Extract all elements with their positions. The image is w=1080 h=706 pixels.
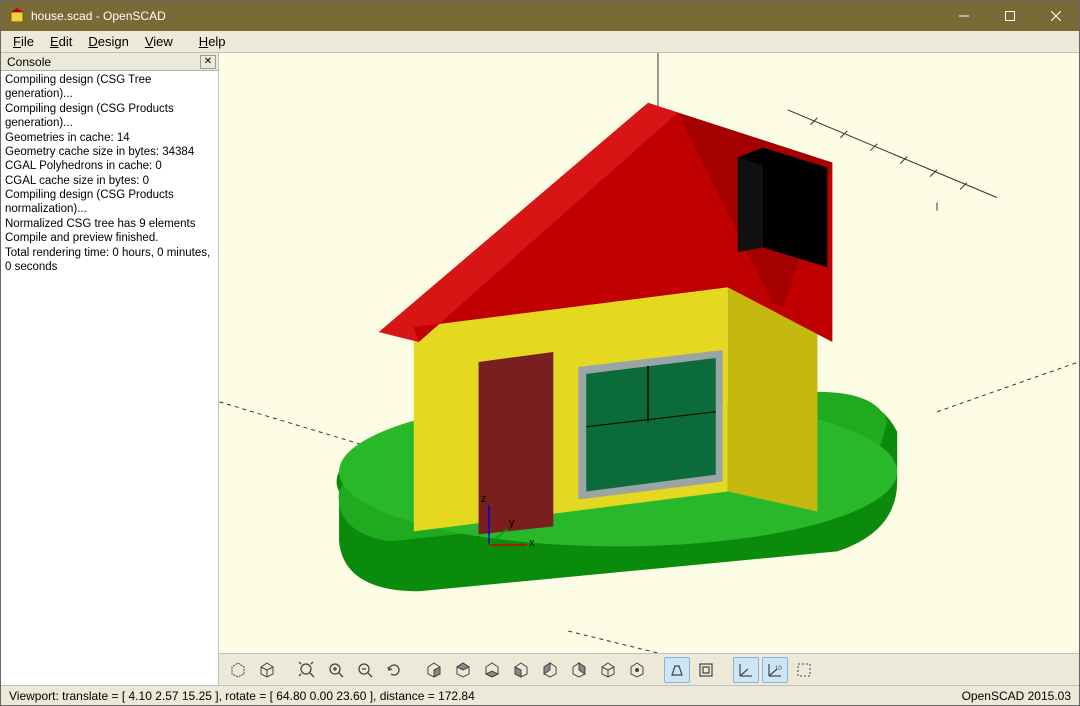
view-center-button[interactable]: [624, 657, 650, 683]
axis-y-label: y: [509, 517, 515, 529]
menu-bar: File Edit Design View Help: [1, 31, 1079, 53]
maximize-button[interactable]: [987, 1, 1033, 31]
view-all-button[interactable]: [294, 657, 320, 683]
console-header: Console ✕: [1, 53, 218, 71]
preview-button[interactable]: [225, 657, 251, 683]
window-title: house.scad - OpenSCAD: [31, 9, 166, 23]
perspective-button[interactable]: [664, 657, 690, 683]
view-left-button[interactable]: [508, 657, 534, 683]
app-icon: [9, 8, 25, 24]
svg-text:10: 10: [775, 666, 782, 672]
menu-design[interactable]: Design: [80, 32, 136, 51]
title-bar: house.scad - OpenSCAD: [1, 1, 1079, 31]
view-front-button[interactable]: [537, 657, 563, 683]
orthogonal-button[interactable]: [693, 657, 719, 683]
status-version: OpenSCAD 2015.03: [962, 689, 1071, 703]
window-controls: [941, 1, 1079, 31]
view-back-button[interactable]: [566, 657, 592, 683]
close-button[interactable]: [1033, 1, 1079, 31]
viewport-3d[interactable]: x y z: [219, 53, 1079, 653]
status-bar: Viewport: translate = [ 4.10 2.57 15.25 …: [1, 685, 1079, 705]
menu-help[interactable]: Help: [191, 32, 234, 51]
menu-edit[interactable]: Edit: [42, 32, 80, 51]
show-scale-markers-button[interactable]: 10: [762, 657, 788, 683]
main-area: Console ✕ Compiling design (CSG Tree gen…: [1, 53, 1079, 685]
render-button[interactable]: [254, 657, 280, 683]
menu-view[interactable]: View: [137, 32, 181, 51]
axis-x-label: x: [529, 537, 535, 549]
view-right-button[interactable]: [421, 657, 447, 683]
model-chimney: [738, 148, 828, 268]
view-top-button[interactable]: [450, 657, 476, 683]
model-window: [578, 350, 723, 500]
view-diagonal-button[interactable]: [595, 657, 621, 683]
show-axes-button[interactable]: [733, 657, 759, 683]
console-title: Console: [7, 55, 51, 69]
view-bottom-button[interactable]: [479, 657, 505, 683]
menu-file[interactable]: File: [5, 32, 42, 51]
view-toolbar: 10: [219, 653, 1079, 685]
zoom-in-button[interactable]: [323, 657, 349, 683]
status-viewport-info: Viewport: translate = [ 4.10 2.57 15.25 …: [9, 689, 475, 703]
scene-svg: [219, 53, 1079, 653]
zoom-out-button[interactable]: [352, 657, 378, 683]
axis-gizmo: x y z: [469, 495, 539, 568]
minimize-button[interactable]: [941, 1, 987, 31]
console-output[interactable]: Compiling design (CSG Tree generation)..…: [1, 71, 218, 685]
console-close-button[interactable]: ✕: [200, 55, 216, 69]
viewport-area: x y z 10: [219, 53, 1079, 685]
reset-view-button[interactable]: [381, 657, 407, 683]
show-crosshairs-button[interactable]: [791, 657, 817, 683]
console-panel: Console ✕ Compiling design (CSG Tree gen…: [1, 53, 219, 685]
axis-z-label: z: [481, 493, 487, 505]
